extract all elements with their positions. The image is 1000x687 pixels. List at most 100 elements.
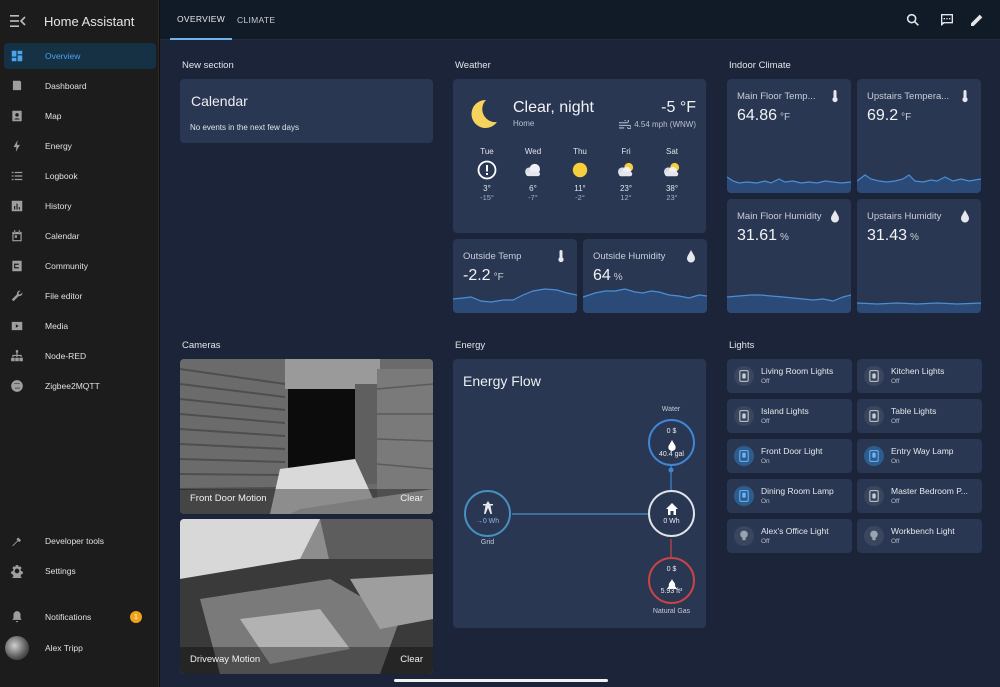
sidebar-item-node-red[interactable]: Node-RED [4,343,156,369]
driveway-camera[interactable]: Driveway Motion Clear [180,519,433,674]
main-floor-humidity-card[interactable]: Main Floor Humidity 31.61% [727,199,851,313]
pencil-icon[interactable] [969,12,985,28]
sensor-value: 31.43% [867,227,919,245]
light-switch-icon[interactable] [864,486,884,506]
energy-icon [10,139,24,153]
menu-collapse-icon[interactable] [10,14,26,28]
light-tile[interactable]: Entry Way Lamp On [857,439,982,473]
tab-climate[interactable]: CLIMATE [237,0,275,40]
forecast-day-name: Tue [480,147,494,156]
light-tile[interactable]: Dining Room Lamp On [727,479,852,513]
map-icon [10,109,24,123]
sidebar-item-media[interactable]: Media [4,313,156,339]
light-tile[interactable]: Alex's Office Light Off [727,519,852,553]
light-switch-icon[interactable] [864,446,884,466]
light-tile[interactable]: Island Lights Off [727,399,852,433]
sidebar-item-notifications[interactable]: Notifications 1 [4,604,156,630]
weather-wind: 4.54 mph (WNW) [619,120,696,129]
community-icon [10,259,24,273]
hammer-icon [10,534,24,548]
sidebar-item-label: Notifications [45,612,92,622]
sidebar-item-calendar[interactable]: Calendar [4,223,156,249]
light-switch-icon[interactable] [734,406,754,426]
water-node[interactable]: 0 $ 40.4 gal [648,419,695,466]
grid-value-text: 0 Wh [482,518,500,525]
light-tile[interactable]: Workbench Light Off [857,519,982,553]
light-tile[interactable]: Front Door Light On [727,439,852,473]
media-icon [10,319,24,333]
tab-overview[interactable]: OVERVIEW [170,0,233,40]
thermometer-icon [555,249,567,263]
assist-icon[interactable] [939,12,955,28]
forecast-low: -15° [480,193,494,202]
forecast-high: 6° [529,184,537,193]
light-switch-icon[interactable] [734,486,754,506]
outside-temp-card[interactable]: Outside Temp -2.2 °F [453,239,577,313]
light-switch-icon[interactable] [734,446,754,466]
weather-card[interactable]: Clear, night Home -5 °F 4.54 mph (WNW) T… [453,79,706,233]
upstairs-humidity-card[interactable]: Upstairs Humidity 31.43% [857,199,981,313]
sidebar-item-overview[interactable]: Overview [4,43,156,69]
upstairs-temp-card[interactable]: Upstairs Tempera... 69.2 °F [857,79,981,193]
gas-node[interactable]: 0 $ 5.93 ft³ [648,557,695,604]
wind-icon [619,120,632,129]
energy-flow-card[interactable]: Energy Flow Water 0 $ 40.4 gal →0 Wh Gri… [453,359,706,628]
sidebar-item-zigbee2mqtt[interactable]: Zigbee2MQTT [4,373,156,399]
bulb-icon[interactable] [864,526,884,546]
sidebar-item-logbook[interactable]: Logbook [4,163,156,189]
logbook-icon [10,169,24,183]
light-switch-icon[interactable] [734,366,754,386]
light-switch-icon[interactable] [864,366,884,386]
front-door-camera[interactable]: Front Door Motion Clear [180,359,433,514]
water-drop-icon [667,438,677,451]
fire-icon [667,576,677,589]
bulb-icon[interactable] [734,526,754,546]
search-icon[interactable] [905,12,921,28]
gas-cost: 0 $ [666,566,677,573]
sidebar-item-settings[interactable]: Settings [4,558,156,584]
light-tile[interactable]: Kitchen Lights Off [857,359,982,393]
sidebar-item-community[interactable]: Community [4,253,156,279]
light-tile[interactable]: Table Lights Off [857,399,982,433]
sidebar-item-file-editor[interactable]: File editor [4,283,156,309]
grid-node[interactable]: →0 Wh [464,490,511,537]
outside-humidity-card[interactable]: Outside Humidity 64% [583,239,707,313]
section-title-lights: Lights [729,340,755,351]
forecast-high: 38° [665,184,679,193]
sidebar-item-map[interactable]: Map [4,103,156,129]
top-bar: OVERVIEW CLIMATE [160,0,1000,40]
sidebar-item-label: Overview [45,51,81,61]
sensor-name: Upstairs Humidity [867,211,942,222]
forecast-low: 23° [666,193,678,202]
driveway-camera-image [180,519,433,674]
forecast-day-name: Fri [621,147,631,156]
sidebar-item-label: Map [45,111,62,121]
light-name: Master Bedroom P... [891,486,968,496]
light-tile[interactable]: Master Bedroom P... Off [857,479,982,513]
sidebar-item-energy[interactable]: Energy [4,133,156,159]
main-floor-temp-card[interactable]: Main Floor Temp... 64.86 °F [727,79,851,193]
sensor-unit: % [780,232,789,243]
sidebar-item-developer-tools[interactable]: Developer tools [4,528,156,554]
calendar-card[interactable]: Calendar No events in the next few days [180,79,433,143]
light-state: On [761,458,770,465]
section-title-cameras: Cameras [182,340,221,351]
camera-state: Clear [400,493,423,504]
section-title-new-section: New section [182,60,234,71]
section-title-indoor-climate: Indoor Climate [729,60,791,71]
home-node[interactable]: 0 Wh [648,490,695,537]
light-switch-icon[interactable] [864,406,884,426]
sidebar-item-user[interactable]: Alex Tripp [4,634,156,662]
forecast-low: -2° [575,193,585,202]
sidebar-item-label: Logbook [45,171,78,181]
forecast-day: Wed 6° -7° [513,147,553,202]
exclamation-icon [467,156,507,184]
transmission-tower-icon [481,501,495,515]
sitemap-icon [10,349,24,363]
sidebar-item-dashboard[interactable]: Dashboard [4,73,156,99]
light-tile[interactable]: Living Room Lights Off [727,359,852,393]
sidebar-item-label: Media [45,321,69,331]
sidebar-item-history[interactable]: History [4,193,156,219]
sensor-value-number: 31.61 [737,227,778,244]
sensor-unit: °F [780,112,791,123]
